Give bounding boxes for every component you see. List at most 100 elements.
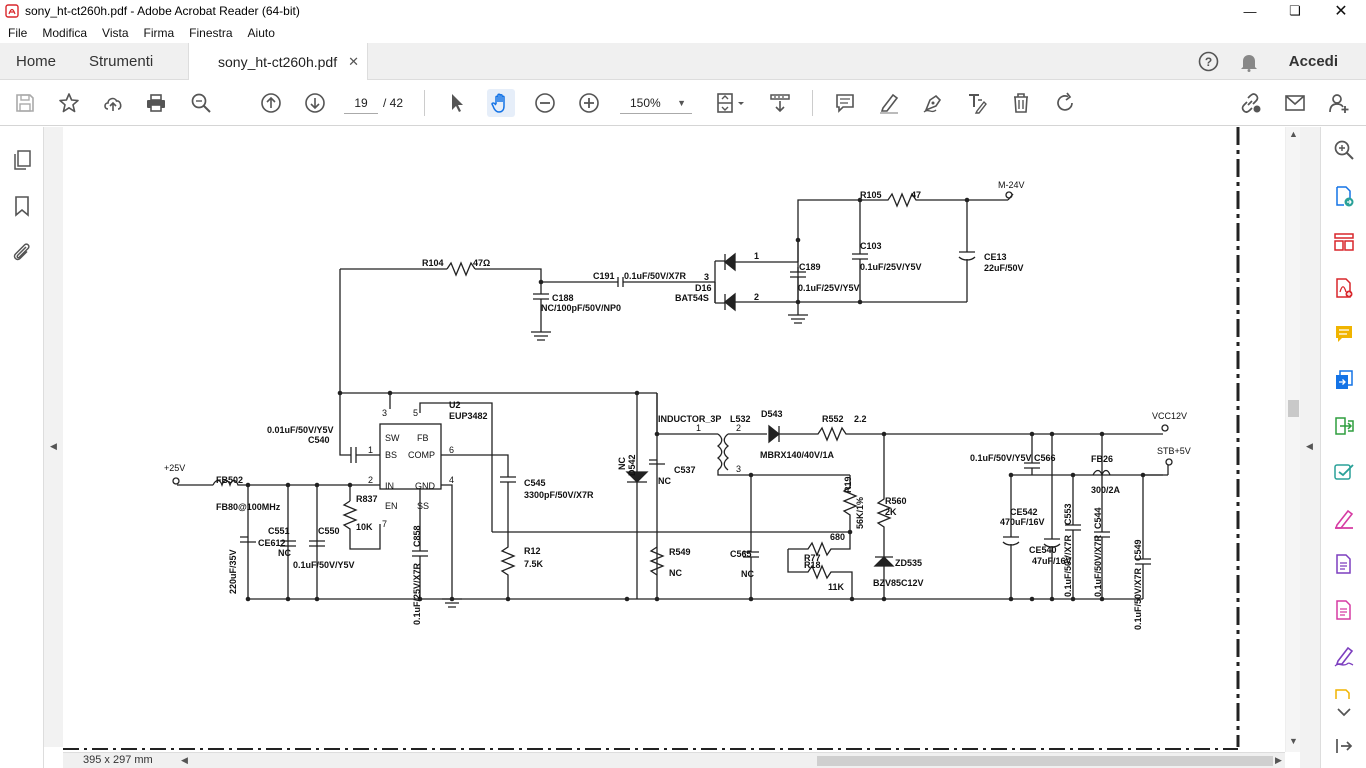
chevron-right-icon: ◀ — [1306, 441, 1313, 451]
page-total: / 42 — [383, 96, 404, 110]
scroll-right-icon[interactable]: ▶ — [1275, 755, 1282, 766]
label-r19-value: 56K/1% — [855, 497, 865, 529]
menu-file[interactable]: File — [4, 26, 31, 40]
label-c545-value: 3300pF/50V/X7R — [524, 490, 594, 500]
share-link-icon[interactable] — [1236, 89, 1264, 117]
close-tab-icon[interactable]: ✕ — [348, 54, 359, 70]
create-pdf-icon[interactable] — [1333, 277, 1355, 299]
organize-pages-icon[interactable] — [1333, 231, 1355, 253]
schematic-drawing: R104 47Ω C191 0.1uF/50V/X7R C188 NC/100p… — [63, 127, 1240, 750]
notification-bell-icon[interactable] — [1237, 43, 1261, 80]
vertical-scrollbar[interactable]: ▲ ▼ — [1285, 127, 1300, 752]
bookmark-icon[interactable] — [11, 195, 33, 217]
sign-in-button[interactable]: Accedi — [1289, 43, 1338, 80]
zoom-out-icon[interactable] — [531, 89, 559, 117]
label-pin-bs: BS — [385, 450, 397, 460]
next-page-icon[interactable] — [301, 89, 329, 117]
label-ce13-value: 22uF/50V — [984, 263, 1024, 273]
menu-help[interactable]: Aiuto — [244, 26, 279, 40]
scroll-up-icon[interactable]: ▲ — [1289, 129, 1298, 139]
label-ce540: CE540 — [1029, 545, 1057, 555]
acrobat-icon — [5, 4, 19, 18]
previous-page-icon[interactable] — [257, 89, 285, 117]
zoom-in-icon[interactable] — [575, 89, 603, 117]
attachment-icon[interactable] — [11, 241, 33, 263]
hand-tool-icon[interactable] — [487, 89, 515, 117]
label-pin-3: 3 — [704, 272, 709, 282]
delete-icon[interactable] — [1007, 89, 1035, 117]
tool-partial-icon[interactable] — [1333, 687, 1355, 699]
window-title: sony_ht-ct260h.pdf - Adobe Acrobat Reade… — [25, 4, 300, 18]
rotate-icon[interactable] — [1051, 89, 1079, 117]
left-panel-toggle[interactable]: ◀ — [44, 127, 63, 747]
collapse-panel-icon[interactable] — [1333, 735, 1355, 757]
svg-text:?: ? — [1204, 55, 1211, 69]
zoom-search-icon[interactable] — [187, 89, 215, 117]
zoom-level-select[interactable]: 150% ▼ — [620, 92, 692, 114]
help-icon[interactable]: ? — [1196, 43, 1220, 80]
horizontal-scrollbar[interactable]: ◀ ▶ — [181, 754, 1285, 768]
cloud-upload-icon[interactable] — [99, 89, 127, 117]
menu-edit[interactable]: Modifica — [38, 26, 91, 40]
add-user-icon[interactable] — [1325, 89, 1353, 117]
fill-sign-icon[interactable] — [1333, 461, 1355, 483]
comment-icon[interactable] — [1333, 323, 1355, 345]
scroll-mode-icon[interactable] — [766, 89, 794, 117]
highlight-icon[interactable] — [875, 89, 903, 117]
chevron-down-icon[interactable] — [1333, 705, 1355, 719]
label-c537: C537 — [674, 465, 696, 475]
menu-window[interactable]: Finestra — [185, 26, 236, 40]
maximize-button[interactable]: ❏ — [1272, 0, 1318, 22]
sign-icon[interactable] — [1333, 645, 1355, 667]
vertical-scroll-thumb[interactable] — [1288, 400, 1299, 417]
print-icon[interactable] — [142, 89, 170, 117]
label-u2-pin7: 7 — [382, 519, 387, 529]
toolbar-divider — [424, 90, 425, 116]
select-cursor-icon[interactable] — [443, 89, 471, 117]
label-ce13: CE13 — [984, 252, 1007, 262]
tab-document-label: sony_ht-ct260h.pdf — [218, 54, 338, 70]
search-zoom-icon[interactable] — [1333, 139, 1355, 161]
menu-view[interactable]: Vista — [98, 26, 132, 40]
fit-page-icon[interactable] — [712, 89, 748, 117]
draw-pen-icon[interactable] — [919, 89, 947, 117]
label-pin-comp: COMP — [408, 450, 435, 460]
edit-pdf-icon[interactable] — [1333, 507, 1355, 529]
protect-icon[interactable] — [1333, 553, 1355, 575]
menu-sign[interactable]: Firma — [140, 26, 179, 40]
right-panel-toggle[interactable]: ◀ — [1300, 127, 1320, 768]
label-r105: R105 — [860, 190, 882, 200]
edit-text-icon[interactable] — [963, 89, 991, 117]
minimize-button[interactable]: — — [1227, 0, 1273, 22]
title-bar: sony_ht-ct260h.pdf - Adobe Acrobat Reade… — [0, 0, 1366, 22]
scroll-left-icon[interactable]: ◀ — [181, 755, 188, 766]
label-r18-value: 11K — [828, 582, 845, 592]
email-icon[interactable] — [1281, 89, 1309, 117]
combine-files-icon[interactable] — [1333, 369, 1355, 391]
label-ce612: CE612 — [258, 538, 286, 548]
label-d543: D543 — [761, 409, 783, 419]
comment-icon[interactable] — [831, 89, 859, 117]
page-number-input[interactable]: 19 — [344, 92, 378, 114]
label-c103-value: 0.1uF/25V/Y5V — [860, 262, 922, 272]
tab-home[interactable]: Home — [16, 43, 56, 80]
label-m24v: M-24V — [998, 180, 1025, 190]
label-pin-in: IN — [385, 481, 394, 491]
export-pdf-icon[interactable] — [1333, 185, 1355, 207]
horizontal-scroll-thumb[interactable] — [817, 756, 1273, 766]
label-r18: R18 — [804, 560, 821, 570]
thumbnails-icon[interactable] — [11, 149, 33, 171]
scroll-down-icon[interactable]: ▼ — [1289, 736, 1298, 746]
label-eup3482: EUP3482 — [449, 411, 488, 421]
label-r104-value: 47Ω — [473, 258, 490, 268]
star-icon[interactable] — [55, 89, 83, 117]
close-window-button[interactable]: ✕ — [1318, 0, 1364, 22]
document-view[interactable]: R104 47Ω C191 0.1uF/50V/X7R C188 NC/100p… — [63, 127, 1285, 752]
send-review-icon[interactable] — [1333, 415, 1355, 437]
save-icon[interactable] — [11, 89, 39, 117]
tab-tools[interactable]: Strumenti — [89, 43, 153, 80]
main-toolbar: 19 / 42 150% ▼ — [0, 80, 1366, 126]
label-pin-gnd: GND — [415, 481, 436, 491]
more-tools-icon[interactable] — [1333, 599, 1355, 621]
tab-document[interactable]: sony_ht-ct260h.pdf ✕ — [188, 43, 368, 81]
